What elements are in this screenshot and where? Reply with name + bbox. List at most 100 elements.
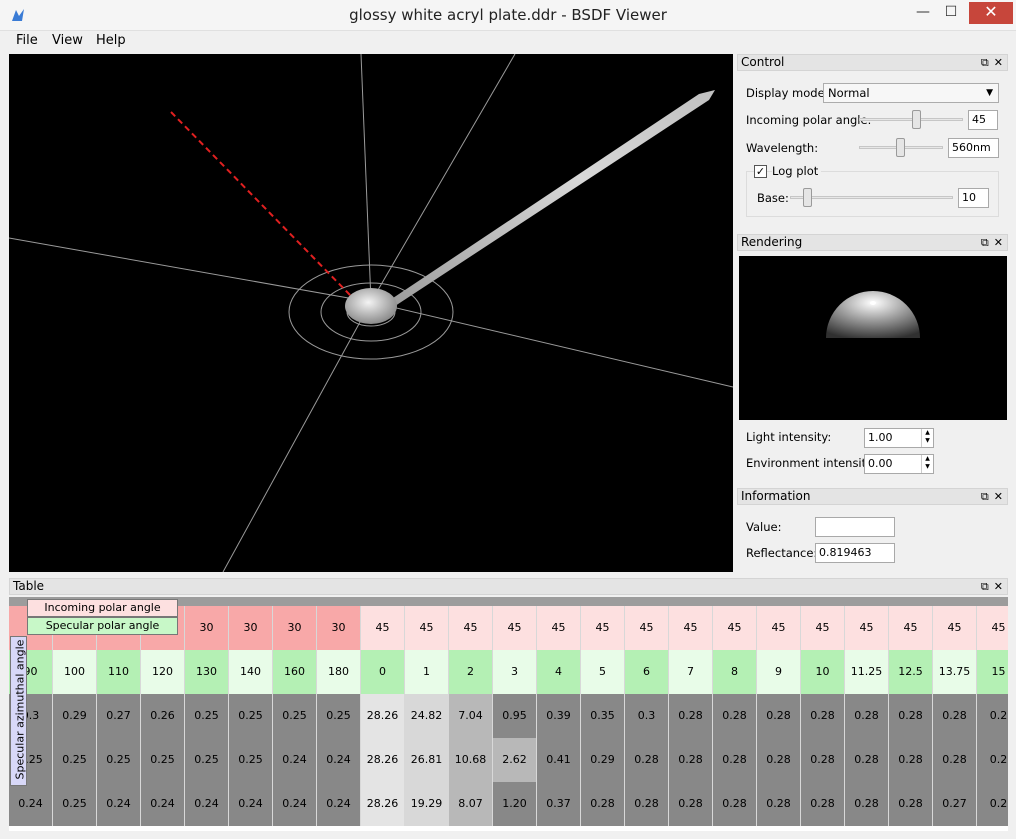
table-cell[interactable]: 0.28 [713,782,757,826]
maximize-button[interactable]: ☐ [936,2,966,24]
table-cell[interactable]: 0.24 [317,738,361,782]
specular-angle-cell[interactable]: 15 [977,650,1008,694]
specular-angle-cell[interactable]: 0 [361,650,405,694]
specular-angle-cell[interactable]: 5 [581,650,625,694]
incoming-angle-cell[interactable]: 45 [361,606,405,650]
specular-angle-cell[interactable]: 7 [669,650,713,694]
table-cell[interactable]: 8.07 [449,782,493,826]
table-cell[interactable]: 0.29 [53,694,97,738]
table-cell[interactable]: 0.2 [977,694,1008,738]
base-slider[interactable] [790,196,953,199]
table-cell[interactable]: 0.25 [53,782,97,826]
table-cell[interactable]: 0.24 [141,782,185,826]
wavelength-input[interactable]: 560nm [948,138,999,158]
menu-file[interactable]: File [16,33,38,48]
table-cell[interactable]: 0.28 [845,782,889,826]
table-cell[interactable]: 0.24 [185,782,229,826]
table-cell[interactable]: 0.25 [273,694,317,738]
table-cell[interactable]: 7.04 [449,694,493,738]
incoming-angle-cell[interactable]: 45 [845,606,889,650]
table-cell[interactable]: 0.28 [581,782,625,826]
brdf-3d-viewport[interactable] [9,54,733,572]
wavelength-slider-handle[interactable] [896,138,905,157]
float-icon[interactable]: ⧉ [981,580,989,593]
table-cell[interactable]: 28.26 [361,782,405,826]
table-cell[interactable]: 0.37 [537,782,581,826]
incoming-angle-cell[interactable]: 45 [801,606,845,650]
table-cell[interactable]: 0.28 [757,782,801,826]
specular-angle-cell[interactable]: 120 [141,650,185,694]
table-cell[interactable]: 10.68 [449,738,493,782]
table-cell[interactable]: 0.25 [53,738,97,782]
specular-angle-cell[interactable]: 6 [625,650,669,694]
specular-angle-cell[interactable]: 130 [185,650,229,694]
table-cell[interactable]: 0.41 [537,738,581,782]
specular-angle-cell[interactable]: 9 [757,650,801,694]
incoming-angle-cell[interactable]: 45 [449,606,493,650]
table-cell[interactable]: 0.28 [801,694,845,738]
table-cell[interactable]: 0.25 [141,738,185,782]
log-plot-checkbox[interactable]: ✓ [754,165,767,178]
table-cell[interactable]: 0.24 [273,782,317,826]
table-cell[interactable]: 0.28 [933,738,977,782]
table-cell[interactable]: 0.28 [669,694,713,738]
table-cell[interactable]: 0.27 [933,782,977,826]
table-cell[interactable]: 0.35 [581,694,625,738]
specular-angle-cell[interactable]: 100 [53,650,97,694]
table-cell[interactable]: 0.28 [845,738,889,782]
incoming-angle-cell[interactable]: 45 [625,606,669,650]
table-cell[interactable]: 0.28 [713,738,757,782]
table-cell[interactable]: 0.25 [97,738,141,782]
table-cell[interactable]: 0.29 [581,738,625,782]
table-cell[interactable]: 0.28 [933,694,977,738]
table-cell[interactable]: 0.2 [977,738,1008,782]
incoming-angle-cell[interactable]: 30 [317,606,361,650]
incoming-angle-cell[interactable]: 45 [713,606,757,650]
table-cell[interactable]: 0.28 [845,694,889,738]
table-cell[interactable]: 26.81 [405,738,449,782]
table-cell[interactable]: 0.28 [757,694,801,738]
table-cell[interactable]: 0.2 [977,782,1008,826]
incoming-angle-cell[interactable]: 30 [185,606,229,650]
display-mode-select[interactable]: Normal ▼ [823,83,999,103]
table-cell[interactable]: 0.28 [625,782,669,826]
minimize-button[interactable]: — [908,2,938,24]
specular-angle-cell[interactable]: 4 [537,650,581,694]
table-cell[interactable]: 0.28 [889,782,933,826]
table-cell[interactable]: 0.95 [493,694,537,738]
spin-arrows-icon[interactable]: ▲ ▼ [921,429,933,447]
table-cell[interactable]: 0.28 [713,694,757,738]
table-cell[interactable]: 19.29 [405,782,449,826]
specular-angle-cell[interactable]: 10 [801,650,845,694]
menu-help[interactable]: Help [96,33,126,48]
bsdf-table[interactable]: 30 30 30 30 45 45 45 45 45 45 45 45 45 45 45 45 45 45 45 9… [9,606,1008,831]
table-cell[interactable]: 0.28 [889,694,933,738]
incoming-polar-input[interactable]: 45 [968,110,998,130]
specular-angle-cell[interactable]: 2 [449,650,493,694]
base-input[interactable]: 10 [958,188,989,208]
table-cell[interactable]: 0.24 [229,782,273,826]
base-slider-handle[interactable] [803,188,812,207]
table-cell[interactable]: 0.24 [9,782,53,826]
specular-angle-cell[interactable]: 3 [493,650,537,694]
specular-angle-cell[interactable]: 13.75 [933,650,977,694]
specular-angle-cell[interactable]: 11.25 [845,650,889,694]
incoming-angle-cell[interactable]: 45 [889,606,933,650]
close-icon[interactable]: ✕ [994,236,1003,249]
table-cell[interactable]: 28.26 [361,738,405,782]
specular-angle-cell[interactable]: 110 [97,650,141,694]
incoming-angle-cell[interactable]: 30 [229,606,273,650]
specular-angle-cell[interactable]: 8 [713,650,757,694]
table-cell[interactable]: 0.39 [537,694,581,738]
specular-angle-cell[interactable]: 140 [229,650,273,694]
table-cell[interactable]: 0.3 [625,694,669,738]
incoming-polar-slider[interactable] [859,118,963,121]
specular-angle-cell[interactable]: 180 [317,650,361,694]
specular-angle-cell[interactable]: 1 [405,650,449,694]
table-cell[interactable]: 0.28 [669,782,713,826]
light-intensity-input[interactable]: 1.00 ▲ ▼ [864,428,934,448]
table-cell[interactable]: 0.28 [625,738,669,782]
table-cell[interactable]: 0.25 [185,694,229,738]
menu-view[interactable]: View [52,33,83,48]
table-cell[interactable]: 0.24 [273,738,317,782]
